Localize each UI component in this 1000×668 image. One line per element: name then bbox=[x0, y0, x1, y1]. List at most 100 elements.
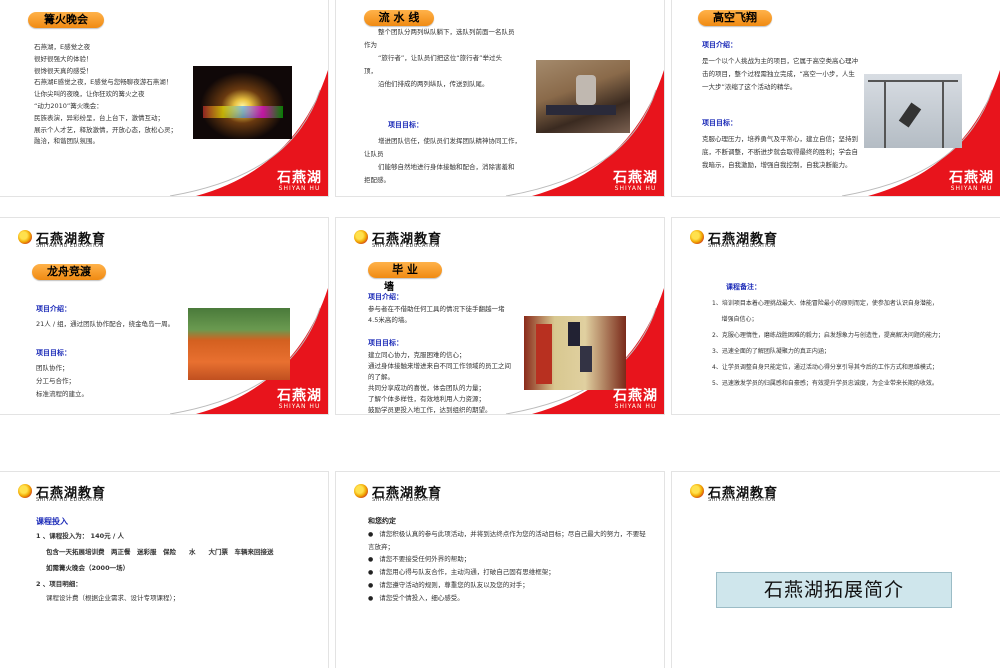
logo-en: SHIYAN HU EDUCATION bbox=[372, 497, 440, 503]
text-line: 展示个人才艺，释放激情，开放心态，放松心灵； bbox=[34, 125, 177, 134]
notes-title: 课程备注： bbox=[726, 283, 761, 291]
text-line: “旅行者”，让队员们把这位“旅行者”举过头 bbox=[378, 54, 502, 62]
text-line: 让队员 bbox=[364, 150, 384, 158]
bonfire-stage-photo bbox=[193, 66, 292, 139]
text-line: 是一个以个人挑战为主的项目，它属于高空类高心理冲 bbox=[702, 57, 858, 65]
slide-intro-banner[interactable]: 石燕湖教育 SHIYAN HU EDUCATION 石燕湖拓展简介 bbox=[672, 472, 1000, 668]
logo-en: SHIYAN HU EDUCATION bbox=[36, 243, 104, 249]
slide-dragon-boat[interactable]: 石燕湖教育 SHIYAN HU EDUCATION 龙舟竞渡 项目介绍： 21人… bbox=[0, 218, 328, 414]
goal-text: 建立同心协力，克服困难的信心； 通过身体接触来增进来自不同工作领域的员工之间 的… bbox=[368, 350, 543, 414]
text-line: 很馋很天真的感受！ bbox=[34, 66, 93, 75]
slide-body-text: 石燕湖，E感觉之夜 很好很强大的体验！ 很馋很天真的感受！ 石燕湖E感觉之夜，E… bbox=[34, 42, 194, 148]
brand-logo: 石燕湖教育 SHIYAN HU EDUCATION bbox=[690, 228, 830, 250]
text-line: 标准流程的建立。 bbox=[36, 390, 88, 398]
brand-logo: 石燕湖教育 SHIYAN HU EDUCATION bbox=[354, 482, 494, 504]
text-line: 石燕湖，E感觉之夜 bbox=[34, 43, 91, 51]
fees-title: 课程投入 bbox=[36, 517, 68, 526]
text-line: 融洽，和谐团队氛围。 bbox=[34, 137, 99, 146]
intro-text: 参与者在不借助任何工具的情况下徒手翻越一堵 4.5米高的墙。 bbox=[368, 304, 538, 326]
intro-label: 项目介绍： bbox=[368, 293, 403, 301]
brand-zh: 石燕湖 bbox=[277, 388, 322, 404]
text-line: “动力2010”篝火晚会： bbox=[34, 101, 103, 110]
text-line: 作为 bbox=[364, 41, 377, 49]
goal-text: 增进团队信任，使队员们发挥团队精神协同工作， 让队员 们能够自然地进行身体接触和… bbox=[364, 135, 554, 187]
text-line: 拒配感。 bbox=[364, 176, 390, 184]
brand-en: SHIYAN HU bbox=[278, 185, 321, 192]
logo-ring-icon bbox=[354, 230, 368, 244]
logo-ring-icon bbox=[18, 484, 32, 498]
text-line: 通过身体接触来增进来自不同工作领域的员工之间 bbox=[368, 362, 511, 370]
slide-course-fees[interactable]: 石燕湖教育 SHIYAN HU EDUCATION 课程投入 1 、课程投入为：… bbox=[0, 472, 328, 668]
list-item: 请您用心得与队友合作，主动沟通，打破自己固有思维框架； bbox=[368, 566, 646, 579]
fee-amount: 1 、课程投入为： 140元 / 人 bbox=[36, 532, 125, 540]
list-item: 请您积极认真的参与此项活动，并将到达终点作为您的活动目标；尽自己最大的努力，不要… bbox=[368, 528, 646, 553]
text-line: 石燕湖E感觉之夜，E感觉与您畅聊夜游石燕湖！ bbox=[34, 78, 173, 87]
list-item: 1、培训项目本着心理挑战最大、体能冒险最小的原则而定，使参加者认识自身潜能， bbox=[712, 300, 938, 307]
slide-body-text: 整个团队分两列纵队躺下，选队列前面一名队员 作为 “旅行者”，让队员们把这位“旅… bbox=[364, 26, 544, 91]
text-line: 让你尖叫的夜晚，让你狂欢的篝火之夜 bbox=[34, 90, 145, 99]
dragon-boat-team-photo bbox=[188, 308, 290, 380]
text-line: 参与者在不借助任何工具的情况下徒手翻越一堵 bbox=[368, 305, 505, 313]
list-item: 4、让学员调整自身只能定位，通过活动心得分享引导其今后的工作方式和思维模式； bbox=[712, 364, 938, 371]
slide-title-pill: 毕 业 bbox=[368, 262, 442, 278]
text-line: 共同分享成功的喜悦，体会团队的力量； bbox=[368, 384, 485, 392]
graduation-wall-photo bbox=[524, 316, 626, 390]
goal-label: 项目目标： bbox=[36, 349, 71, 357]
agreement-title: 和您约定 bbox=[368, 517, 396, 525]
slide-title-pill: 高空飞翔 bbox=[698, 10, 772, 26]
text-line: 我暗示，自我激励，增强自我控制，自我决断能力。 bbox=[702, 161, 852, 169]
agreement-list: 请您积极认真的参与此项活动，并将到达终点作为您的活动目标；尽自己最大的努力，不要… bbox=[368, 528, 646, 605]
intro-label: 项目介绍： bbox=[36, 305, 71, 313]
brand-logo: 石燕湖教育 SHIYAN HU EDUCATION bbox=[18, 482, 158, 504]
slide-graduation-wall[interactable]: 石燕湖教育 SHIYAN HU EDUCATION 毕 业 墙 项目介绍： 参与… bbox=[336, 218, 664, 414]
brand-en: SHIYAN HU bbox=[614, 403, 657, 410]
brand-en: SHIYAN HU bbox=[950, 185, 993, 192]
list-item: 请您受个情投入，细心感受。 bbox=[368, 592, 646, 605]
goal-text: 团队协作； 分工与合作； 标准流程的建立。 bbox=[36, 362, 156, 401]
notes-list: 1、培训项目本着心理挑战最大、体能冒险最小的原则而定，使参加者认识自身潜能， 增… bbox=[712, 298, 992, 389]
logo-en: SHIYAN HU EDUCATION bbox=[708, 243, 776, 249]
text-line: 4.5米高的墙。 bbox=[368, 316, 411, 324]
goal-label: 项目目标： bbox=[388, 121, 423, 129]
text-line: 21人 / 组，通过团队协作配合，绕金龟岛一周。 bbox=[36, 320, 175, 328]
intro-banner: 石燕湖拓展简介 bbox=[716, 572, 952, 608]
logo-ring-icon bbox=[690, 484, 704, 498]
logo-ring-icon bbox=[18, 230, 32, 244]
text-line: 的了解。 bbox=[368, 373, 394, 381]
list-item: 请您遵守活动的规则，尊重您的队友以及您的对手； bbox=[368, 579, 646, 592]
detail-text: 课程设计费（根据企业需求、设计专项课程）； bbox=[46, 594, 180, 602]
brand-zh: 石燕湖 bbox=[613, 388, 658, 404]
text-line: 了解个体多样性，有效地利用人力资源； bbox=[368, 395, 485, 403]
brand-watermark: 石燕湖 SHIYAN HU bbox=[613, 389, 658, 410]
text-line: 很好很强大的体验！ bbox=[34, 54, 93, 63]
logo-en: SHIYAN HU EDUCATION bbox=[708, 497, 776, 503]
detail-label: 2 、项目明细： bbox=[36, 580, 82, 588]
slide-title-continued: 墙 bbox=[384, 282, 394, 293]
slide-bonfire-party[interactable]: 篝火晚会 石燕湖，E感觉之夜 很好很强大的体验！ 很馋很天真的感受！ 石燕湖E感… bbox=[0, 0, 328, 196]
text-line: 鼓励学员更投入地工作，达到组织的期望。 bbox=[368, 406, 492, 414]
list-item: 3、迅速全面的了解团队凝聚力的真正内涵； bbox=[712, 348, 830, 355]
list-item: 5、迅速激发学员的归属感和自豪感；有效提升学员忠诚度，为企业带来长期的收效。 bbox=[712, 380, 938, 387]
slide-agreement[interactable]: 石燕湖教育 SHIYAN HU EDUCATION 和您约定 请您积极认真的参与… bbox=[336, 472, 664, 668]
goal-label: 项目目标： bbox=[368, 339, 403, 347]
brand-en: SHIYAN HU bbox=[278, 403, 321, 410]
brand-watermark: 石燕湖 SHIYAN HU bbox=[277, 171, 322, 192]
text-line: 建立同心协力，克服困难的信心； bbox=[368, 351, 466, 359]
text-line: 团队协作； bbox=[36, 364, 69, 372]
slide-course-notes[interactable]: 石燕湖教育 SHIYAN HU EDUCATION 课程备注： 1、培训项目本着… bbox=[672, 218, 1000, 414]
high-altitude-jump-photo bbox=[864, 74, 962, 148]
slide-title-pill: 龙舟竞渡 bbox=[32, 264, 106, 280]
text-line: 分工与合作； bbox=[36, 377, 75, 385]
list-item: 2、克服心理惰性，磨练战胜困难的毅力；启发想象力与创造性，提高解决问题的能力； bbox=[712, 332, 944, 339]
list-item: 请您不要接受任何外界的帮助； bbox=[368, 553, 646, 566]
brand-watermark: 石燕湖 SHIYAN HU bbox=[277, 389, 322, 410]
brand-logo: 石燕湖教育 SHIYAN HU EDUCATION bbox=[354, 228, 494, 250]
logo-ring-icon bbox=[690, 230, 704, 244]
brand-zh: 石燕湖 bbox=[949, 170, 994, 186]
fee-includes: 包含一天拓展培训费 两正餐 迷彩服 保险 水 大门票 车辆来回接送 bbox=[46, 548, 274, 556]
intro-text: 21人 / 组，通过团队协作配合，绕金龟岛一周。 bbox=[36, 318, 196, 331]
slide-high-flight[interactable]: 高空飞翔 项目介绍： 是一个以个人挑战为主的项目，它属于高空类高心理冲 击的项目… bbox=[672, 0, 1000, 196]
slide-assembly-line[interactable]: 流 水 线 整个团队分两列纵队躺下，选队列前面一名队员 作为 “旅行者”，让队员… bbox=[336, 0, 664, 196]
text-line: 整个团队分两列纵队躺下，选队列前面一名队员 bbox=[378, 28, 515, 36]
team-passing-photo bbox=[536, 60, 630, 133]
